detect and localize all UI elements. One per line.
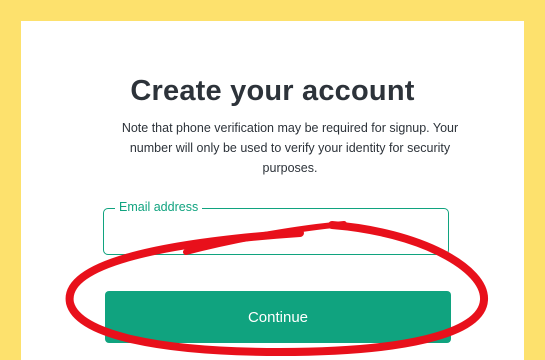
email-input[interactable] <box>104 209 448 254</box>
phone-verification-note: Note that phone verification may be requ… <box>121 121 459 175</box>
highlight-frame-left <box>0 0 21 360</box>
highlight-frame-top <box>0 0 545 21</box>
page-title: Create your account <box>130 75 415 107</box>
highlight-frame-right <box>524 0 545 360</box>
continue-button[interactable]: Continue <box>105 291 451 343</box>
email-field-label: Email address <box>115 199 203 215</box>
email-field[interactable] <box>103 208 449 255</box>
